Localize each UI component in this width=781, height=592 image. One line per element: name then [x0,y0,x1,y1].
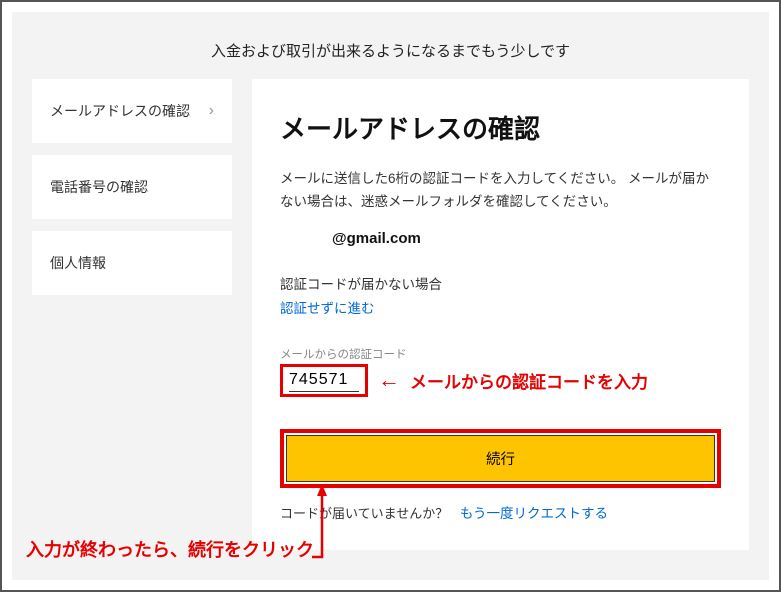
email-display: @gmail.com [280,230,721,247]
skip-verification-link[interactable]: 認証せずに進む [280,297,375,317]
annotation-continue-hint: 入力が終わったら、続行をクリック [26,536,314,562]
resend-question: コードが届いていませんか？ [280,506,448,521]
page-description: メールに送信した6桁の認証コードを入力してください。 メールが届かない場合は、迷… [280,168,721,214]
annotation-input-hint: メールからの認証コードを入力 [410,368,648,393]
main-panel: メールアドレスの確認 メールに送信した6桁の認証コードを入力してください。 メー… [252,79,749,550]
top-banner: 入金および取引が出来るようになるまでもう少しです [12,12,769,79]
continue-button[interactable]: 続行 [286,435,715,482]
continue-button-highlight: 続行 [280,429,721,488]
verification-code-input[interactable] [289,369,359,392]
page-title: メールアドレスの確認 [280,109,721,146]
arrow-left-icon: ← [378,367,400,393]
sidebar-item-label: メールアドレスの確認 [50,101,190,121]
no-code-label: 認証コードが届かない場合 [280,273,721,293]
resend-row: コードが届いていませんか？ もう一度リクエストする [280,502,721,522]
resend-link[interactable]: もう一度リクエストする [460,502,608,522]
sidebar-item-label: 電話番号の確認 [50,177,148,197]
sidebar-item-personal-info[interactable]: 個人情報 [32,231,232,295]
code-input-highlight [280,364,368,397]
chevron-right-icon: › [209,102,214,120]
sidebar-item-label: 個人情報 [50,253,106,273]
sidebar-item-phone-verify[interactable]: 電話番号の確認 [32,155,232,219]
code-field-label: メールからの認証コード [280,346,721,362]
sidebar-item-email-verify[interactable]: メールアドレスの確認 › [32,79,232,143]
sidebar: メールアドレスの確認 › 電話番号の確認 個人情報 [32,79,232,295]
